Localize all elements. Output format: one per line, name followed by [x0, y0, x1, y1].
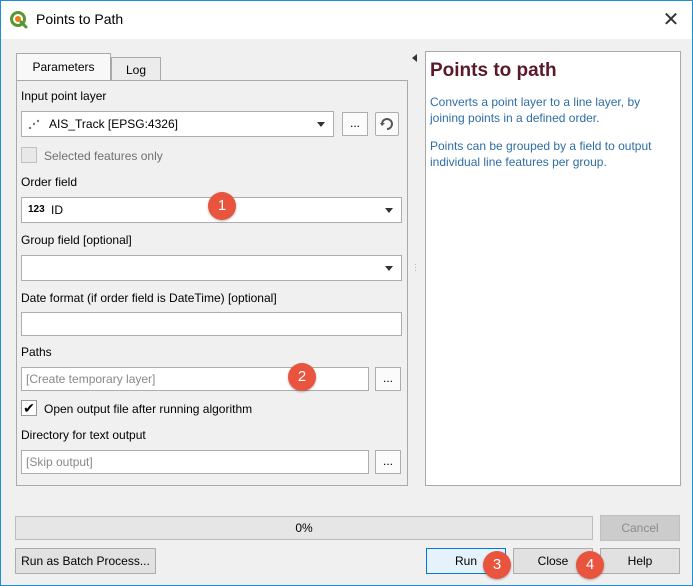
checkmark-icon: ✔ — [23, 400, 35, 416]
directory-label: Directory for text output — [21, 428, 146, 442]
run-batch-button[interactable]: Run as Batch Process... — [15, 548, 156, 574]
chevron-down-icon — [385, 266, 393, 271]
help-button[interactable]: Help — [600, 548, 680, 574]
open-output-label: Open output file after running algorithm — [44, 402, 253, 416]
iterate-icon — [380, 118, 393, 130]
directory-browse-button[interactable]: ... — [375, 450, 401, 474]
annotation-badge-3: 3 — [483, 551, 511, 579]
help-title: Points to path — [430, 60, 557, 81]
collapse-help-arrow-icon[interactable] — [412, 54, 417, 62]
window-close-icon[interactable]: ✕ — [656, 5, 686, 35]
input-layer-label: Input point layer — [21, 89, 107, 103]
splitter-handle-icon[interactable]: · · · — [414, 260, 417, 275]
selected-only-label: Selected features only — [44, 149, 163, 163]
input-layer-select[interactable]: AIS_Track [EPSG:4326] — [21, 111, 334, 137]
directory-output-input[interactable]: [Skip output] — [21, 450, 369, 474]
annotation-badge-4: 4 — [576, 551, 604, 579]
tab-log[interactable]: Log — [111, 57, 161, 81]
dialog-window: Points to Path ✕ Parameters Log · · · Inpu… — [0, 0, 693, 586]
selected-only-checkbox[interactable] — [21, 147, 37, 163]
chevron-down-icon — [317, 122, 325, 127]
order-field-label: Order field — [21, 175, 78, 189]
paths-output-input[interactable]: [Create temporary layer] — [21, 367, 369, 391]
help-description: Converts a point layer to a line layer, … — [430, 95, 641, 125]
progress-bar: 0% — [15, 516, 593, 540]
qgis-logo-icon — [10, 11, 28, 29]
date-format-label: Date format (if order field is DateTime)… — [21, 291, 277, 305]
iterate-button[interactable] — [375, 112, 399, 136]
numeric-field-icon: 123 — [28, 204, 45, 215]
open-output-checkbox[interactable]: ✔ — [21, 400, 37, 416]
chevron-down-icon — [385, 208, 393, 213]
input-layer-value: AIS_Track [EPSG:4326] — [49, 117, 178, 131]
group-field-select[interactable] — [21, 255, 402, 281]
paths-browse-button[interactable]: ... — [375, 367, 401, 391]
cancel-button[interactable]: Cancel — [600, 515, 680, 541]
annotation-badge-2: 2 — [288, 363, 316, 391]
input-layer-browse-button[interactable]: ... — [342, 112, 368, 136]
help-grouping-note: Points can be grouped by a field to outp… — [430, 139, 652, 169]
window-title: Points to Path — [36, 11, 124, 27]
annotation-badge-1: 1 — [208, 192, 236, 220]
paths-label: Paths — [21, 345, 52, 359]
point-layer-icon — [28, 119, 40, 130]
date-format-input[interactable] — [21, 312, 402, 336]
order-field-value: ID — [51, 203, 63, 217]
help-panel: Points to path Converts a point layer to… — [425, 51, 681, 486]
parameters-panel — [16, 80, 408, 486]
tab-parameters[interactable]: Parameters — [16, 53, 111, 81]
title-bar: Points to Path ✕ — [1, 1, 692, 39]
group-field-label: Group field [optional] — [21, 233, 132, 247]
